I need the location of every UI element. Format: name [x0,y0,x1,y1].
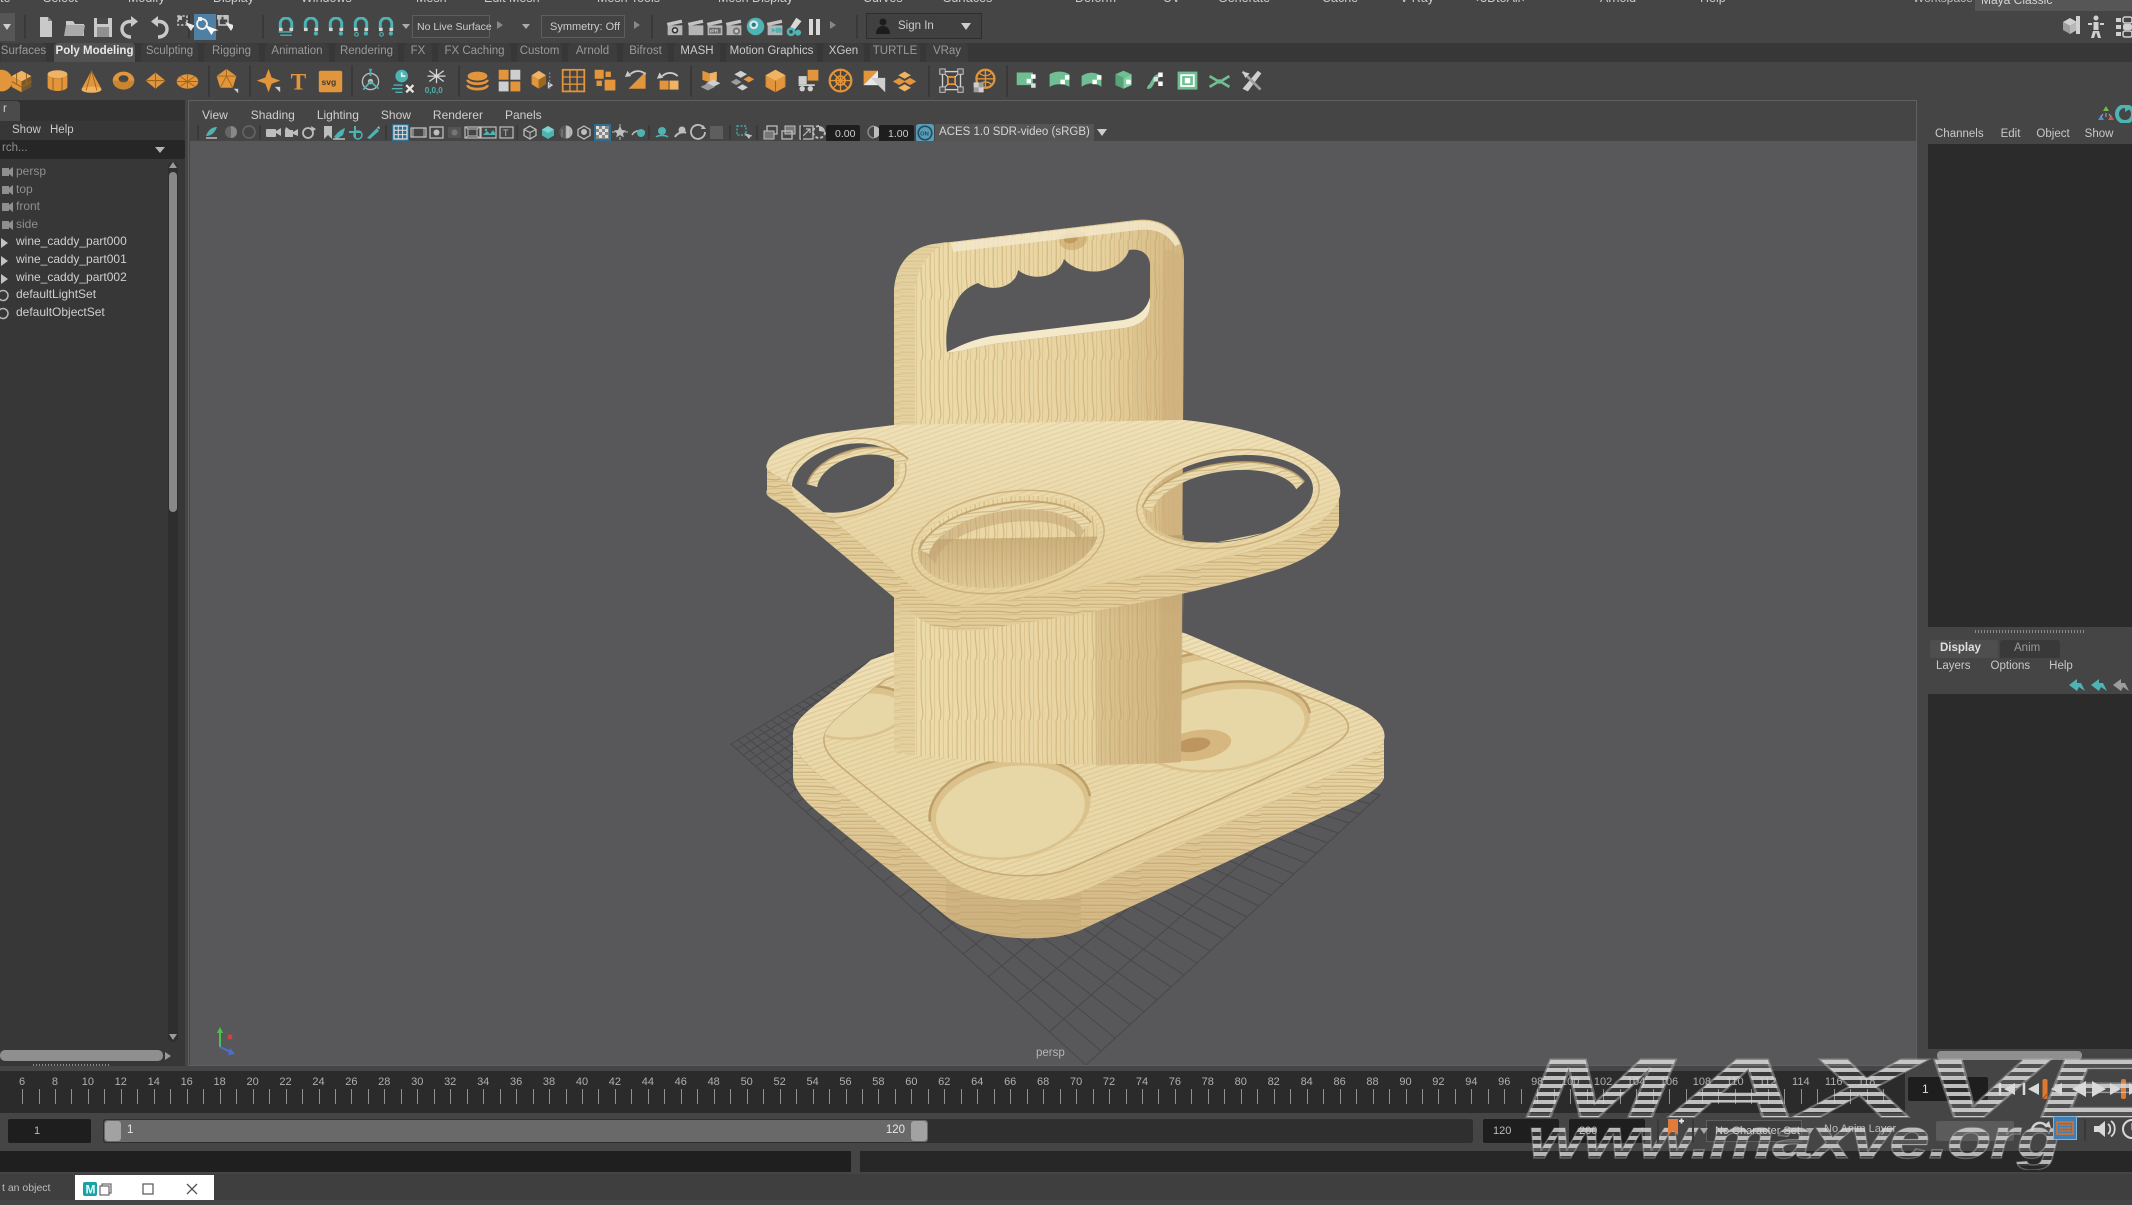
svg-text:M: M [86,1183,96,1197]
svg-text:svg: svg [322,77,337,87]
svg-text:T: T [503,128,509,138]
svg-text:0,0,0: 0,0,0 [425,86,443,95]
svg-text:IPR: IPR [710,29,719,35]
svg-text:ON: ON [920,131,929,137]
svg-text:T: T [291,70,307,96]
